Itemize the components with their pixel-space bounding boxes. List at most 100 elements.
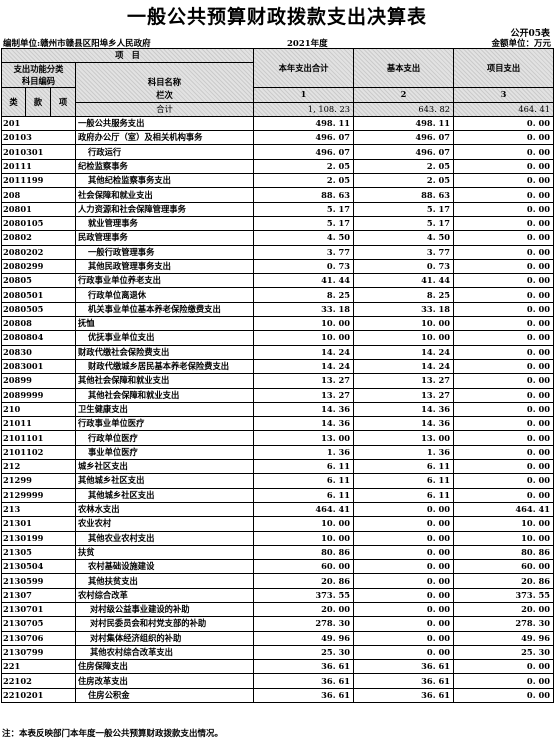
row-code: 2080202 — [1, 244, 76, 260]
row-total: 33. 18 — [253, 301, 355, 318]
row-basic: 2. 05 — [353, 158, 455, 175]
row-total: 1. 36 — [253, 444, 355, 461]
row-total: 5. 17 — [253, 215, 355, 232]
row-name: 财政代缴社会保险费支出 — [74, 344, 255, 360]
table-row: 21301 农业农村 10. 00 0. 00 10. 00 — [1, 516, 554, 532]
table-row: 2080505 机关事业单位基本养老保险缴费支出 33. 18 33. 18 0. 00 — [1, 301, 554, 318]
row-total: 10. 00 — [253, 330, 355, 346]
row-total: 25. 30 — [253, 644, 355, 661]
row-code: 213 — [1, 501, 76, 518]
row-total: 5. 17 — [253, 201, 355, 217]
header-xiang: 项 — [50, 87, 76, 117]
row-project: 0. 00 — [453, 258, 554, 275]
row-project: 0. 00 — [453, 273, 554, 289]
row-total: 6. 11 — [253, 473, 355, 489]
row-name: 其他农村综合改革支出 — [74, 644, 255, 661]
row-project: 0. 00 — [453, 430, 554, 446]
row-project: 0. 00 — [453, 115, 554, 132]
expenditure-table: 项 目 本年支出合计 基本支出 项目支出 支出功能分类 科目编码 科目名称 类 … — [0, 47, 554, 704]
report-title: 一般公共预算财政拨款支出决算表 — [126, 6, 427, 28]
row-total: 13. 00 — [253, 430, 355, 446]
row-total: 10. 00 — [253, 530, 355, 546]
row-code: 20805 — [1, 273, 76, 289]
row-name: 其他城乡社区支出 — [74, 487, 255, 503]
header-basic: 基本支出 — [353, 47, 455, 89]
table-row: 213 农林水支出 464. 41 0. 00 464. 41 — [1, 501, 554, 518]
row-basic: 496. 07 — [353, 144, 455, 160]
row-basic: 0. 00 — [353, 530, 455, 546]
row-basic: 14. 36 — [353, 416, 455, 432]
row-total: 60. 00 — [253, 559, 355, 575]
row-total: 0. 73 — [253, 258, 355, 275]
row-total: 6. 11 — [253, 487, 355, 503]
row-total: 13. 27 — [253, 373, 355, 389]
row-code: 2130701 — [1, 601, 76, 618]
row-basic: 36. 61 — [353, 687, 455, 704]
row-code: 20802 — [1, 230, 76, 246]
table-row: 2080804 优抚事业单位支出 10. 00 10. 00 0. 00 — [1, 330, 554, 346]
row-project: 0. 00 — [453, 158, 554, 175]
table-row: 21299 其他城乡社区支出 6. 11 6. 11 0. 00 — [1, 473, 554, 489]
row-basic: 0. 00 — [353, 573, 455, 589]
row-code: 2130705 — [1, 616, 76, 632]
row-project: 0. 00 — [453, 330, 554, 346]
row-code: 210 — [1, 401, 76, 418]
table-row: 2101102 事业单位医疗 1. 36 1. 36 0. 00 — [1, 444, 554, 461]
row-basic: 36. 61 — [353, 659, 455, 675]
header-col2: 2 — [353, 87, 455, 103]
row-project: 20. 86 — [453, 573, 554, 589]
row-name: 其他农业农村支出 — [74, 530, 255, 546]
row-project: 373. 55 — [453, 587, 554, 603]
row-basic: 13. 27 — [353, 387, 455, 403]
row-code: 20801 — [1, 201, 76, 217]
table-row: 20111 纪检监察事务 2. 05 2. 05 0. 00 — [1, 158, 554, 175]
table-row: 2130599 其他扶贫支出 20. 86 0. 00 20. 86 — [1, 573, 554, 589]
row-name: 事业单位医疗 — [74, 444, 255, 461]
row-code: 201 — [1, 115, 76, 132]
row-basic: 3. 77 — [353, 244, 455, 260]
row-total: 496. 07 — [253, 130, 355, 146]
row-project: 0. 00 — [453, 230, 554, 246]
table-row: 20802 民政管理事务 4. 50 4. 50 0. 00 — [1, 230, 554, 246]
header-kuan: 款 — [25, 87, 51, 117]
row-name: 卫生健康支出 — [74, 401, 255, 418]
row-basic: 5. 17 — [353, 201, 455, 217]
row-total: 36. 61 — [253, 687, 355, 704]
row-total: 36. 61 — [253, 673, 355, 689]
row-basic: 36. 61 — [353, 673, 455, 689]
row-total: 14. 36 — [253, 416, 355, 432]
row-code: 21307 — [1, 587, 76, 603]
row-basic: 14. 36 — [353, 401, 455, 418]
total-sum: 1, 108. 23 — [253, 101, 355, 117]
row-name: 其他社会保障和就业支出 — [74, 373, 255, 389]
row-basic: 41. 44 — [353, 273, 455, 289]
row-total: 20. 00 — [253, 601, 355, 618]
table-row: 210 卫生健康支出 14. 36 14. 36 0. 00 — [1, 401, 554, 418]
row-project: 0. 00 — [453, 173, 554, 189]
row-total: 41. 44 — [253, 273, 355, 289]
row-basic: 0. 00 — [353, 616, 455, 632]
row-code: 20808 — [1, 316, 76, 332]
row-basic: 13. 27 — [353, 373, 455, 389]
table-row: 2210201 住房公积金 36. 61 36. 61 0. 00 — [1, 687, 554, 704]
row-name: 财政代缴城乡居民基本养老保险费支出 — [74, 358, 255, 375]
row-project: 49. 96 — [453, 630, 554, 646]
row-code: 2080501 — [1, 287, 76, 303]
table-row: 2130706 对村集体经济组织的补助 49. 96 0. 00 49. 96 — [1, 630, 554, 646]
row-basic: 496. 07 — [353, 130, 455, 146]
row-code: 2089999 — [1, 387, 76, 403]
row-code: 21305 — [1, 544, 76, 561]
table-row: 21011 行政事业单位医疗 14. 36 14. 36 0. 00 — [1, 416, 554, 432]
row-basic: 13. 00 — [353, 430, 455, 446]
row-project: 0. 00 — [453, 387, 554, 403]
row-name: 城乡社区支出 — [74, 459, 255, 475]
row-project: 0. 00 — [453, 316, 554, 332]
row-project: 0. 00 — [453, 130, 554, 146]
row-basic: 6. 11 — [353, 487, 455, 503]
basic-sum: 643. 82 — [353, 101, 455, 117]
row-name: 政府办公厅（室）及相关机构事务 — [74, 130, 255, 146]
row-name: 其他社会保障和就业支出 — [74, 387, 255, 403]
row-name: 对村民委员会和村党支部的补助 — [74, 616, 255, 632]
row-code: 212 — [1, 459, 76, 475]
row-total: 6. 11 — [253, 459, 355, 475]
